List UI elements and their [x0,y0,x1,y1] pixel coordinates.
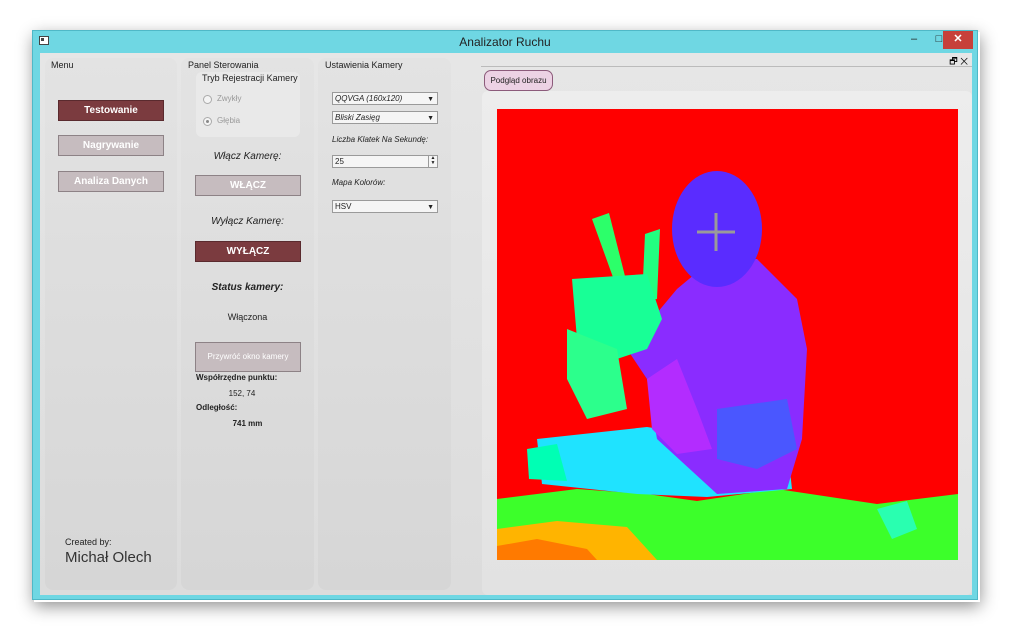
depth-camera-image[interactable] [497,109,958,560]
restore-window-button[interactable]: Przywróć okno kamery [195,342,301,372]
window-title: Analizator Ruchu [459,35,551,49]
camera-settings-panel: Ustawienia Kamery QQVGA (160x120) ▼ Blisk… [318,58,451,590]
camera-settings-label: Ustawienia Kamery [325,60,403,70]
fps-value: 25 [335,157,344,166]
mode-radio-glebia[interactable] [203,117,212,126]
dock-header: 🗗 ✕ [481,55,972,67]
coords-value: 152, 74 [228,389,256,398]
colormap-label: Mapa Kolorów: [332,178,386,187]
chevron-down-icon: ▼ [427,204,434,211]
fps-stepper[interactable]: 25 ▲ ▼ [332,155,438,168]
preview-dock: 🗗 ✕ Podgląd obrazu [481,53,972,595]
mode-radio-zwykly[interactable] [203,95,212,104]
colormap-select[interactable]: HSV ▼ [332,200,438,213]
camera-status-label: Status kamery: [211,282,284,293]
mode-groupbox: Tryb Rejestracji Kamery Zwykły Głębia [196,72,300,137]
fps-label: Liczba Klatek Na Sekundę: [332,135,429,144]
colormap-value: HSV [335,202,352,211]
title-bar: Analizator Ruchu – □ ✕ [33,31,977,53]
spin-arrows-icon[interactable]: ▲ ▼ [428,156,437,167]
camera-off-label: Wyłącz Kamerę: [211,216,284,227]
resolution-value: QQVGA (160x120) [335,94,403,103]
distance-label: Odległość: [196,403,238,412]
control-panel-label: Panel Sterowania [188,60,259,70]
close-button[interactable]: ✕ [943,31,973,49]
mode-glebia-label: Głębia [217,116,241,125]
camera-on-label: Włącz Kamerę: [213,151,282,162]
chevron-down-icon: ▼ [427,115,434,122]
camera-status-value: Włączona [227,312,268,322]
mode-title: Tryb Rejestracji Kamery [202,73,298,83]
control-panel: Panel Sterowania Tryb Rejestracji Kamery… [181,58,314,590]
preview-pane [482,91,972,595]
client-area: Menu Testowanie Nagrywanie Analiza Danyc… [40,53,972,595]
chevron-down-icon: ▼ [427,96,434,103]
camera-off-button[interactable]: WYŁĄCZ [195,241,301,262]
menu-label: Menu [51,60,74,70]
resolution-select[interactable]: QQVGA (160x120) ▼ [332,92,438,105]
author-name: Michał Olech [65,549,152,566]
created-by-label: Created by: [65,537,112,547]
range-select[interactable]: Bliski Zasięg ▼ [332,111,438,124]
analiza-danych-button[interactable]: Analiza Danych [58,171,164,192]
minimize-button[interactable]: – [901,31,927,49]
testowanie-button[interactable]: Testowanie [58,100,164,121]
camera-on-button[interactable]: WŁĄCZ [195,175,301,196]
main-window: Analizator Ruchu – □ ✕ Menu Testowanie N… [32,30,978,600]
mode-zwykly-label: Zwykły [217,94,242,103]
range-value: Bliski Zasięg [335,113,380,122]
distance-value: 741 mm [232,419,263,428]
nagrywanie-button[interactable]: Nagrywanie [58,135,164,156]
coords-label: Współrzędne punktu: [196,373,278,382]
tab-preview[interactable]: Podgląd obrazu [484,70,553,91]
menu-panel: Menu Testowanie Nagrywanie Analiza Danyc… [45,58,177,590]
dock-float-close-icon[interactable]: 🗗 ✕ [949,54,968,70]
